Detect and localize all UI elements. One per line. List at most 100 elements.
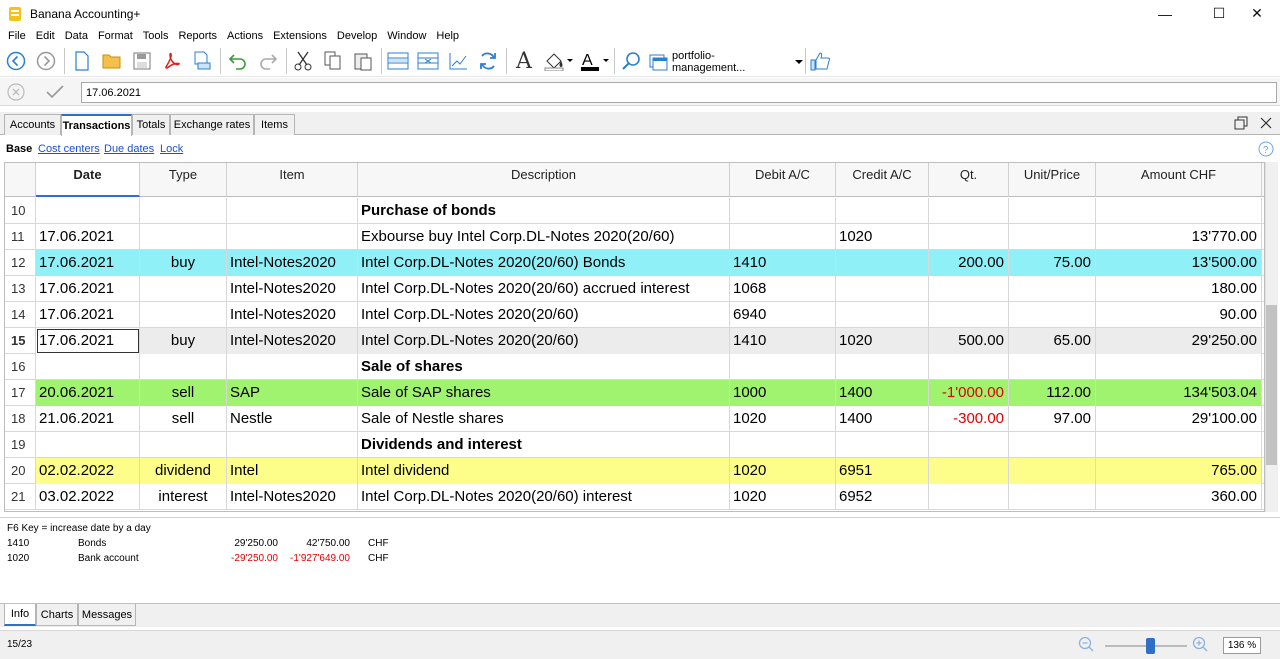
- save-icon[interactable]: [130, 50, 154, 72]
- cell-quantity[interactable]: [929, 302, 1009, 328]
- cell-unit-price[interactable]: 65.00: [1009, 328, 1096, 354]
- cell-date[interactable]: 02.02.2022: [36, 458, 140, 484]
- cell-credit[interactable]: [836, 250, 929, 276]
- table-row[interactable]: 13 17.06.2021 Intel-Notes2020 Intel Corp.DL…: [5, 276, 1264, 302]
- cell-item[interactable]: Intel-Notes2020: [227, 484, 358, 510]
- cell-item[interactable]: [227, 198, 358, 224]
- back-icon[interactable]: [4, 50, 28, 72]
- column-header-amount[interactable]: Amount CHF: [1096, 163, 1262, 197]
- cell-amount[interactable]: [1096, 198, 1262, 224]
- cell-type[interactable]: buy: [140, 250, 227, 276]
- cell-unit-price[interactable]: [1009, 458, 1096, 484]
- cell-quantity[interactable]: [929, 276, 1009, 302]
- cell-amount[interactable]: [1096, 354, 1262, 380]
- cell-description[interactable]: Purchase of bonds: [358, 198, 730, 224]
- tab-transactions[interactable]: Transactions: [61, 114, 132, 136]
- cell-credit[interactable]: [836, 302, 929, 328]
- menu-help[interactable]: Help: [428, 30, 464, 42]
- minimize-button[interactable]: —: [1142, 0, 1188, 27]
- cell-credit[interactable]: 6951: [836, 458, 929, 484]
- undo-icon[interactable]: [226, 50, 250, 72]
- cell-debit[interactable]: 1020: [730, 458, 836, 484]
- tab-info[interactable]: Info: [4, 604, 36, 626]
- menu-data[interactable]: Data: [57, 30, 93, 42]
- cell-description[interactable]: Sale of shares: [358, 354, 730, 380]
- cell-quantity[interactable]: [929, 432, 1009, 458]
- cell-unit-price[interactable]: [1009, 224, 1096, 250]
- cell-item[interactable]: Intel-Notes2020: [227, 250, 358, 276]
- close-panel-icon[interactable]: [1259, 116, 1273, 133]
- cell-item[interactable]: Nestle: [227, 406, 358, 432]
- redo-icon[interactable]: [256, 50, 280, 72]
- cell-quantity[interactable]: [929, 198, 1009, 224]
- cell-description[interactable]: Dividends and interest: [358, 432, 730, 458]
- cell-type[interactable]: [140, 302, 227, 328]
- chart-edit-icon[interactable]: [446, 50, 470, 72]
- cell-description[interactable]: Sale of Nestle shares: [358, 406, 730, 432]
- cell-debit[interactable]: 1000: [730, 380, 836, 406]
- view-base[interactable]: Base: [6, 143, 32, 155]
- paste-icon[interactable]: [351, 50, 375, 72]
- cell-item[interactable]: [227, 224, 358, 250]
- view-lock[interactable]: Lock: [160, 143, 183, 155]
- thumbs-up-icon[interactable]: [809, 50, 833, 72]
- cell-type[interactable]: dividend: [140, 458, 227, 484]
- cell-unit-price[interactable]: 75.00: [1009, 250, 1096, 276]
- menu-file[interactable]: File: [0, 30, 31, 42]
- cell-debit[interactable]: [730, 198, 836, 224]
- open-folder-icon[interactable]: [100, 50, 124, 72]
- tab-accounts[interactable]: Accounts: [4, 114, 61, 135]
- cell-date[interactable]: 03.02.2022: [36, 484, 140, 510]
- cell-debit[interactable]: [730, 354, 836, 380]
- zoom-level-field[interactable]: 136 %: [1223, 637, 1261, 654]
- cell-unit-price[interactable]: [1009, 276, 1096, 302]
- close-window-button[interactable]: ✕: [1234, 0, 1280, 27]
- tab-totals[interactable]: Totals: [132, 114, 170, 135]
- cell-description[interactable]: Sale of SAP shares: [358, 380, 730, 406]
- cell-description[interactable]: Intel Corp.DL-Notes 2020(20/60) accrued …: [358, 276, 730, 302]
- cell-date[interactable]: 17.06.2021: [36, 328, 140, 354]
- cell-unit-price[interactable]: 112.00: [1009, 380, 1096, 406]
- cell-amount[interactable]: 29'100.00: [1096, 406, 1262, 432]
- cell-quantity[interactable]: [929, 484, 1009, 510]
- table-row[interactable]: 21 03.02.2022 interest Intel-Notes2020 Intel…: [5, 484, 1264, 510]
- cell-debit[interactable]: 1020: [730, 406, 836, 432]
- cell-item[interactable]: Intel-Notes2020: [227, 328, 358, 354]
- cell-credit[interactable]: [836, 198, 929, 224]
- cell-amount[interactable]: [1096, 432, 1262, 458]
- table-row[interactable]: 11 17.06.2021 Exbourse buy Intel Corp.DL-N…: [5, 224, 1264, 250]
- cell-date[interactable]: [36, 432, 140, 458]
- cell-amount[interactable]: 29'250.00: [1096, 328, 1262, 354]
- cell-date[interactable]: 17.06.2021: [36, 276, 140, 302]
- cell-item[interactable]: [227, 354, 358, 380]
- column-header-type[interactable]: Type: [140, 163, 227, 197]
- cell-type[interactable]: buy: [140, 328, 227, 354]
- cell-amount[interactable]: 13'500.00: [1096, 250, 1262, 276]
- menu-actions[interactable]: Actions: [219, 30, 268, 42]
- cell-type[interactable]: [140, 198, 227, 224]
- cell-type[interactable]: [140, 276, 227, 302]
- cell-date[interactable]: 17.06.2021: [36, 224, 140, 250]
- cell-date[interactable]: 21.06.2021: [36, 406, 140, 432]
- cut-icon[interactable]: [291, 50, 315, 72]
- cell-item[interactable]: Intel-Notes2020: [227, 276, 358, 302]
- pdf-icon[interactable]: [160, 50, 184, 72]
- column-header-debit[interactable]: Debit A/C: [730, 163, 836, 197]
- forward-icon[interactable]: [34, 50, 58, 72]
- cell-unit-price[interactable]: [1009, 302, 1096, 328]
- cell-type[interactable]: interest: [140, 484, 227, 510]
- cell-quantity[interactable]: [929, 224, 1009, 250]
- table-row[interactable]: 10 Purchase of bonds: [5, 198, 1264, 224]
- cell-quantity[interactable]: -1'000.00: [929, 380, 1009, 406]
- cell-debit[interactable]: [730, 432, 836, 458]
- tab-messages[interactable]: Messages: [78, 604, 136, 626]
- cell-amount[interactable]: 13'770.00: [1096, 224, 1262, 250]
- copy-icon[interactable]: [321, 50, 345, 72]
- menu-extensions[interactable]: Extensions: [265, 30, 332, 42]
- cell-unit-price[interactable]: [1009, 354, 1096, 380]
- cell-quantity[interactable]: -300.00: [929, 406, 1009, 432]
- tab-charts[interactable]: Charts: [36, 604, 78, 626]
- font-icon[interactable]: A: [512, 49, 536, 74]
- search-icon[interactable]: [619, 50, 643, 72]
- cell-unit-price[interactable]: [1009, 198, 1096, 224]
